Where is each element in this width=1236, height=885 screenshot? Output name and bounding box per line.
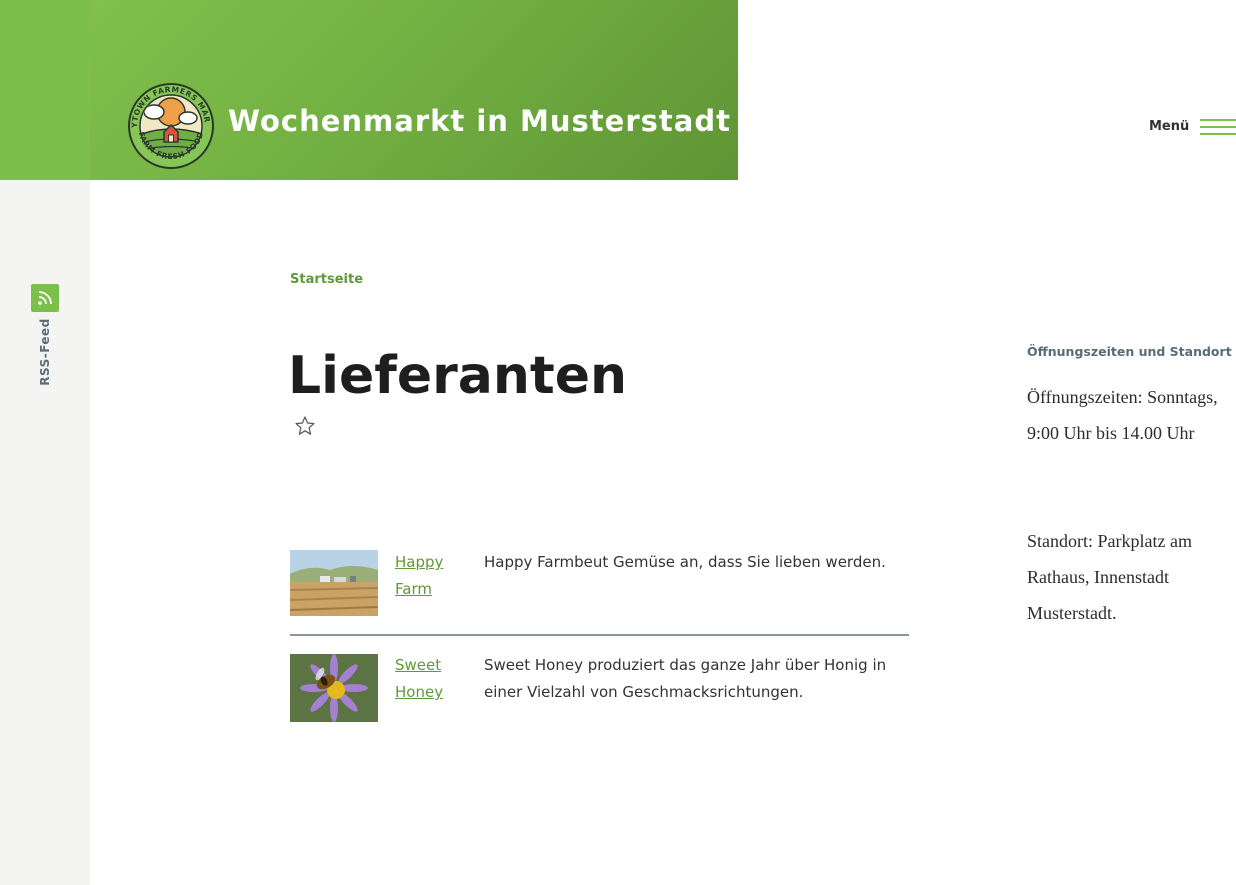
rss-feed-label: RSS-Feed	[38, 318, 52, 386]
opening-hours-text: Öffnungszeiten: Sonntags, 9:00 Uhr bis 1…	[1027, 387, 1218, 443]
location-text: Standort: Parkplatz am Rathaus, Innensta…	[1027, 531, 1192, 623]
sidebar-heading: Öffnungszeiten und Standort	[1027, 344, 1232, 359]
supplier-list: Happy Farm Happy Farmbeut Gemüse an, das…	[290, 550, 909, 740]
supplier-image-sweet-honey[interactable]	[290, 654, 378, 722]
favorite-star-icon[interactable]	[293, 414, 317, 438]
supplier-description: Happy Farmbeut Gemüse an, dass Sie liebe…	[484, 553, 886, 571]
rss-feed-link[interactable]: RSS-Feed	[31, 284, 59, 388]
breadcrumb-home[interactable]: Startseite	[290, 272, 363, 287]
site-logo[interactable]: ANYTOWN FARMERS MARKET FARM FRESH FOOD	[125, 75, 214, 170]
supplier-image-happy-farm[interactable]	[290, 550, 378, 616]
table-row: Sweet Honey Sweet Honey produziert das g…	[290, 636, 909, 740]
menu-label: Menü	[1149, 118, 1190, 134]
menu-button[interactable]: Menü	[1140, 110, 1236, 142]
farmers-market-logo-icon: ANYTOWN FARMERS MARKET FARM FRESH FOOD	[125, 75, 214, 169]
supplier-link-sweet-honey[interactable]: Sweet Honey	[395, 652, 467, 706]
supplier-link-happy-farm[interactable]: Happy Farm	[395, 549, 467, 603]
left-rail-accent	[0, 0, 90, 180]
supplier-description: Sweet Honey produziert das ganze Jahr üb…	[484, 656, 887, 701]
site-title[interactable]: Wochenmarkt in Musterstadt	[228, 104, 731, 138]
table-row: Happy Farm Happy Farmbeut Gemüse an, das…	[290, 550, 909, 636]
page-title: Lieferanten	[288, 346, 628, 406]
hamburger-menu-icon	[1200, 119, 1236, 135]
rss-feed-icon	[31, 284, 59, 312]
